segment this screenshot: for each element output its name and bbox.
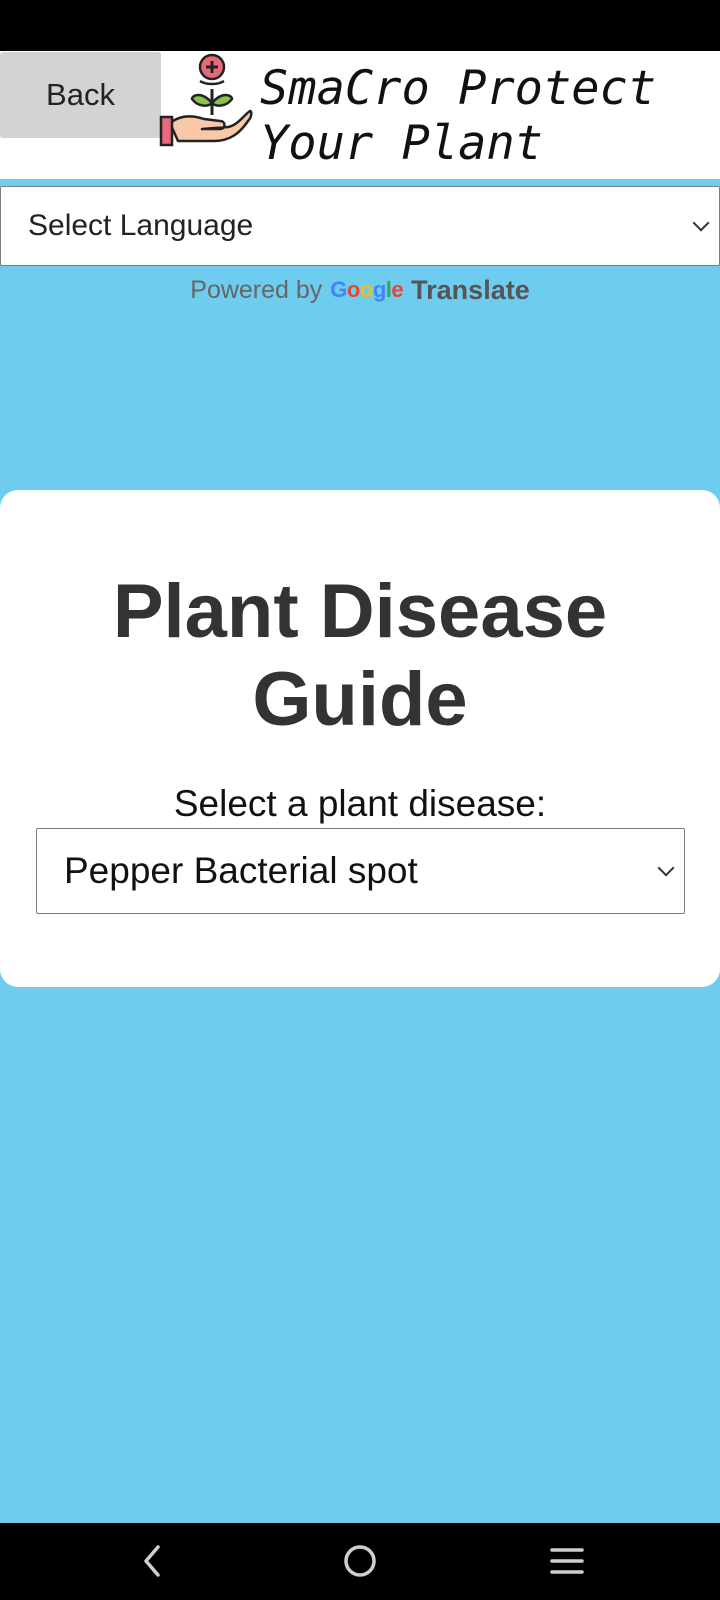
google-logo[interactable]: Google xyxy=(330,277,403,303)
google-translate-attribution: Powered by Google Translate xyxy=(0,270,720,310)
disease-select[interactable]: Pepper Bacterial spot xyxy=(36,828,685,914)
chevron-down-icon xyxy=(657,859,675,877)
nav-back-button[interactable] xyxy=(102,1523,202,1600)
nav-back-icon xyxy=(144,1545,160,1577)
status-bar xyxy=(0,0,720,51)
google-letter: o xyxy=(359,277,373,302)
nav-menu-icon xyxy=(550,1548,584,1574)
translate-text: Translate xyxy=(411,274,530,305)
page-title: Plant Disease Guide xyxy=(112,569,608,742)
powered-by-text: Powered by xyxy=(190,275,323,304)
hand-holding-plant-icon xyxy=(159,53,253,147)
nav-menu-button[interactable] xyxy=(517,1523,617,1600)
system-nav-bar xyxy=(0,1523,720,1600)
language-select-value: Select Language xyxy=(28,209,254,242)
app-title: SmaCro Protect Your Plant xyxy=(260,61,657,171)
google-letter: o xyxy=(346,277,360,302)
app-header: Back SmaCro Protect Your Plant xyxy=(0,51,720,179)
disease-select-value: Pepper Bacterial spot xyxy=(64,850,418,891)
back-button[interactable]: Back xyxy=(0,52,161,138)
nav-home-icon xyxy=(344,1545,376,1577)
google-letter: g xyxy=(372,277,386,302)
google-letter: e xyxy=(391,277,404,302)
language-select[interactable]: Select Language xyxy=(0,186,720,266)
disease-select-label: Select a plant disease: xyxy=(173,783,547,824)
disease-guide-card: Plant Disease Guide Select a plant disea… xyxy=(0,490,720,987)
chevron-down-icon xyxy=(692,214,710,232)
google-letter: G xyxy=(330,277,347,302)
nav-home-button[interactable] xyxy=(310,1523,410,1600)
